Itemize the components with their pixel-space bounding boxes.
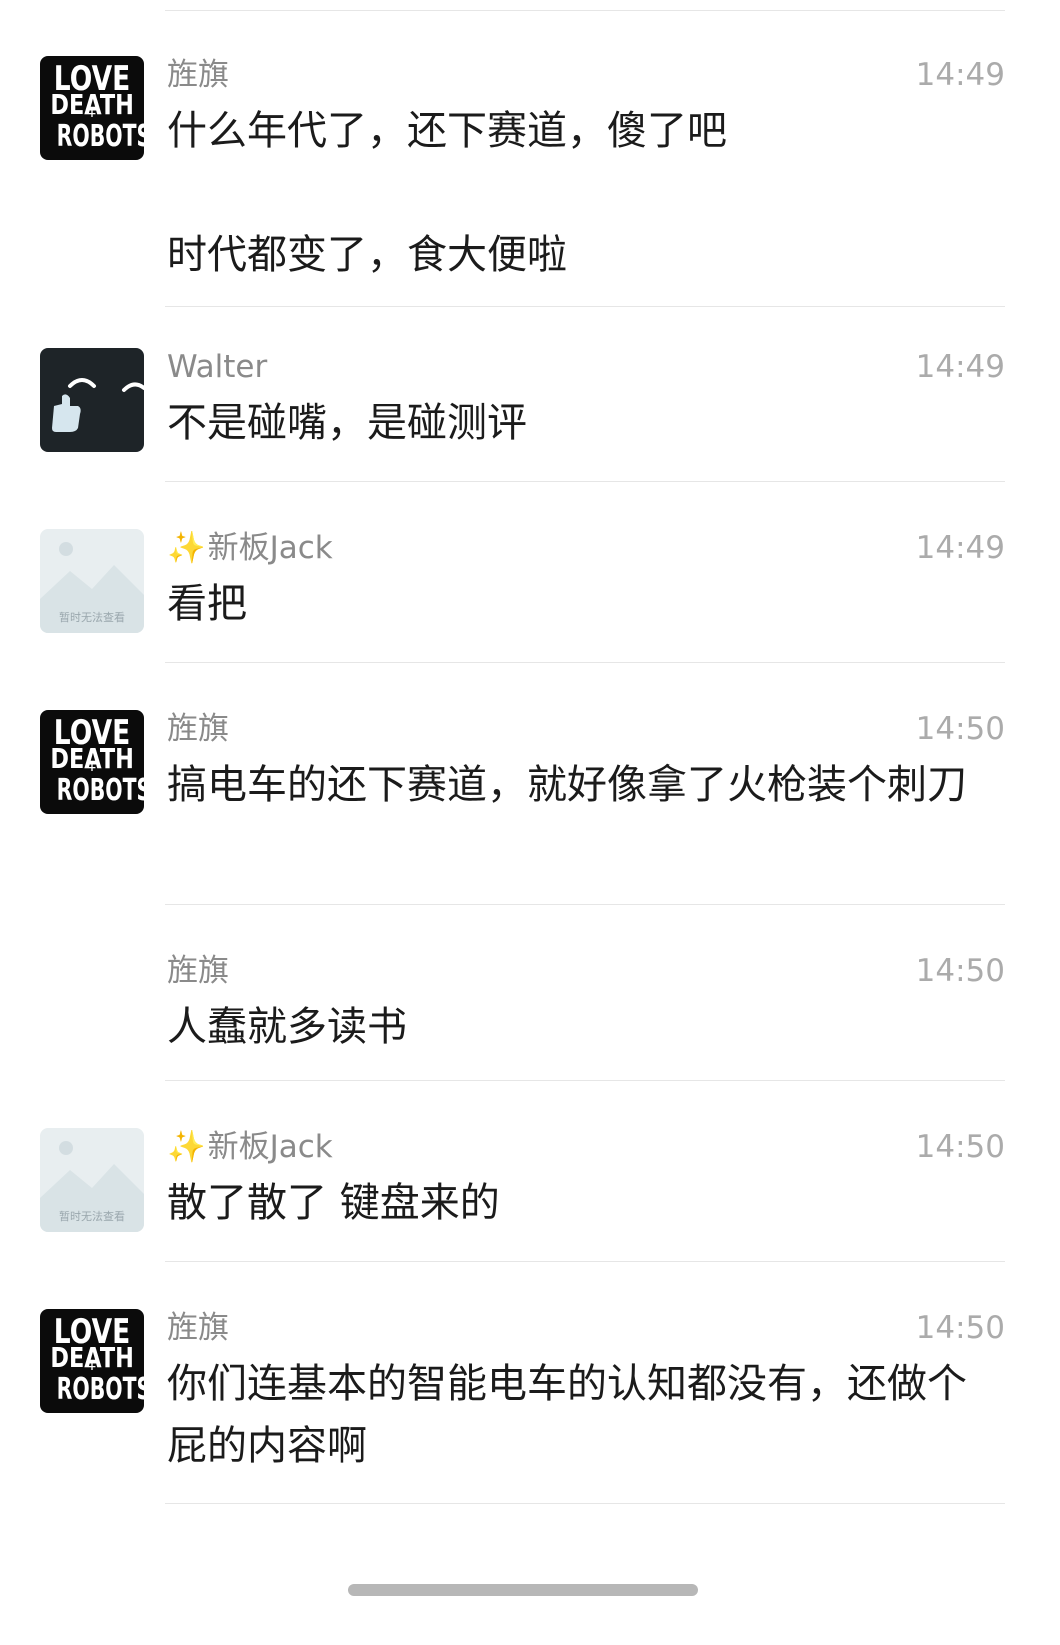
avatar-logo-text: ROBOTS bbox=[56, 773, 144, 808]
timestamp: 14:50 bbox=[915, 953, 1005, 989]
message-text: 你们连基本的智能电车的认知都没有，还做个屁的内容啊 bbox=[167, 1361, 967, 1469]
message-text: 搞电车的还下赛道，就好像拿了火枪装个刺刀 bbox=[167, 762, 967, 808]
divider bbox=[165, 306, 1005, 307]
sender-name[interactable]: 旌旗 bbox=[167, 1310, 229, 1347]
avatar-love-death-robots[interactable]: LOVE DEATH + ROBOTS bbox=[40, 1309, 144, 1413]
timestamp: 14:50 bbox=[915, 1129, 1005, 1165]
avatar-caption: 暂时无法查看 bbox=[59, 1210, 125, 1223]
sender-name-text: 新板Jack bbox=[207, 530, 333, 566]
message-text: 什么年代了，还下赛道，傻了吧 时代都变了，食大便啦 bbox=[167, 108, 727, 278]
avatar-love-death-robots[interactable]: LOVE DEATH + ROBOTS bbox=[40, 56, 144, 160]
sender-name[interactable]: ✨新板Jack bbox=[167, 530, 333, 567]
sparkle-icon: ✨ bbox=[167, 1129, 206, 1165]
avatar-image-unavailable[interactable]: 暂时无法查看 bbox=[40, 1128, 144, 1232]
sender-name[interactable]: ✨新板Jack bbox=[167, 1129, 333, 1166]
avatar-logo-text: + bbox=[87, 107, 97, 120]
message-text: 不是碰嘴，是碰测评 bbox=[167, 400, 527, 446]
avatar-caption: 暂时无法查看 bbox=[59, 611, 125, 624]
sender-name-text: 旌旗 bbox=[167, 57, 229, 93]
chat-message-list: LOVE DEATH + ROBOTS 旌旗 14:49 什么年代了，还下赛道，傻了吧 时代… bbox=[0, 0, 1060, 1645]
sender-name-text: 旌旗 bbox=[167, 1310, 229, 1346]
timestamp: 14:49 bbox=[915, 57, 1005, 93]
timestamp: 14:50 bbox=[915, 711, 1005, 747]
avatar-logo-text: + bbox=[87, 1360, 97, 1373]
divider bbox=[165, 662, 1005, 663]
face-icon bbox=[52, 378, 144, 432]
sender-name[interactable]: 旌旗 bbox=[167, 711, 229, 748]
timestamp: 14:49 bbox=[915, 530, 1005, 566]
avatar-image-unavailable[interactable]: 暂时无法查看 bbox=[40, 529, 144, 633]
sender-name[interactable]: Walter bbox=[167, 349, 267, 386]
sender-name-text: 新板Jack bbox=[207, 1129, 333, 1165]
timestamp: 14:49 bbox=[915, 349, 1005, 385]
message-text: 人蠢就多读书 bbox=[167, 1004, 407, 1050]
avatar-logo-text: ROBOTS bbox=[56, 1372, 144, 1407]
divider bbox=[165, 904, 1005, 905]
home-indicator[interactable] bbox=[348, 1584, 698, 1596]
sparkle-icon: ✨ bbox=[167, 530, 206, 566]
sender-name-text: Walter bbox=[167, 349, 268, 385]
message-text: 散了散了 键盘来的 bbox=[167, 1180, 500, 1226]
message-text: 看把 bbox=[167, 581, 247, 627]
divider bbox=[165, 1080, 1005, 1081]
divider bbox=[165, 10, 1005, 11]
sender-name-text: 旌旗 bbox=[167, 711, 229, 747]
avatar-walter[interactable] bbox=[40, 348, 144, 452]
avatar-logo-text: ROBOTS bbox=[56, 119, 144, 154]
timestamp: 14:50 bbox=[915, 1310, 1005, 1346]
sender-name[interactable]: 旌旗 bbox=[167, 57, 229, 94]
divider bbox=[165, 1261, 1005, 1262]
avatar-love-death-robots[interactable]: LOVE DEATH + ROBOTS bbox=[40, 710, 144, 814]
divider bbox=[165, 1503, 1005, 1504]
sender-name-text: 旌旗 bbox=[167, 953, 229, 989]
sender-name[interactable]: 旌旗 bbox=[167, 953, 229, 990]
divider bbox=[165, 481, 1005, 482]
avatar-logo-text: + bbox=[87, 761, 97, 774]
